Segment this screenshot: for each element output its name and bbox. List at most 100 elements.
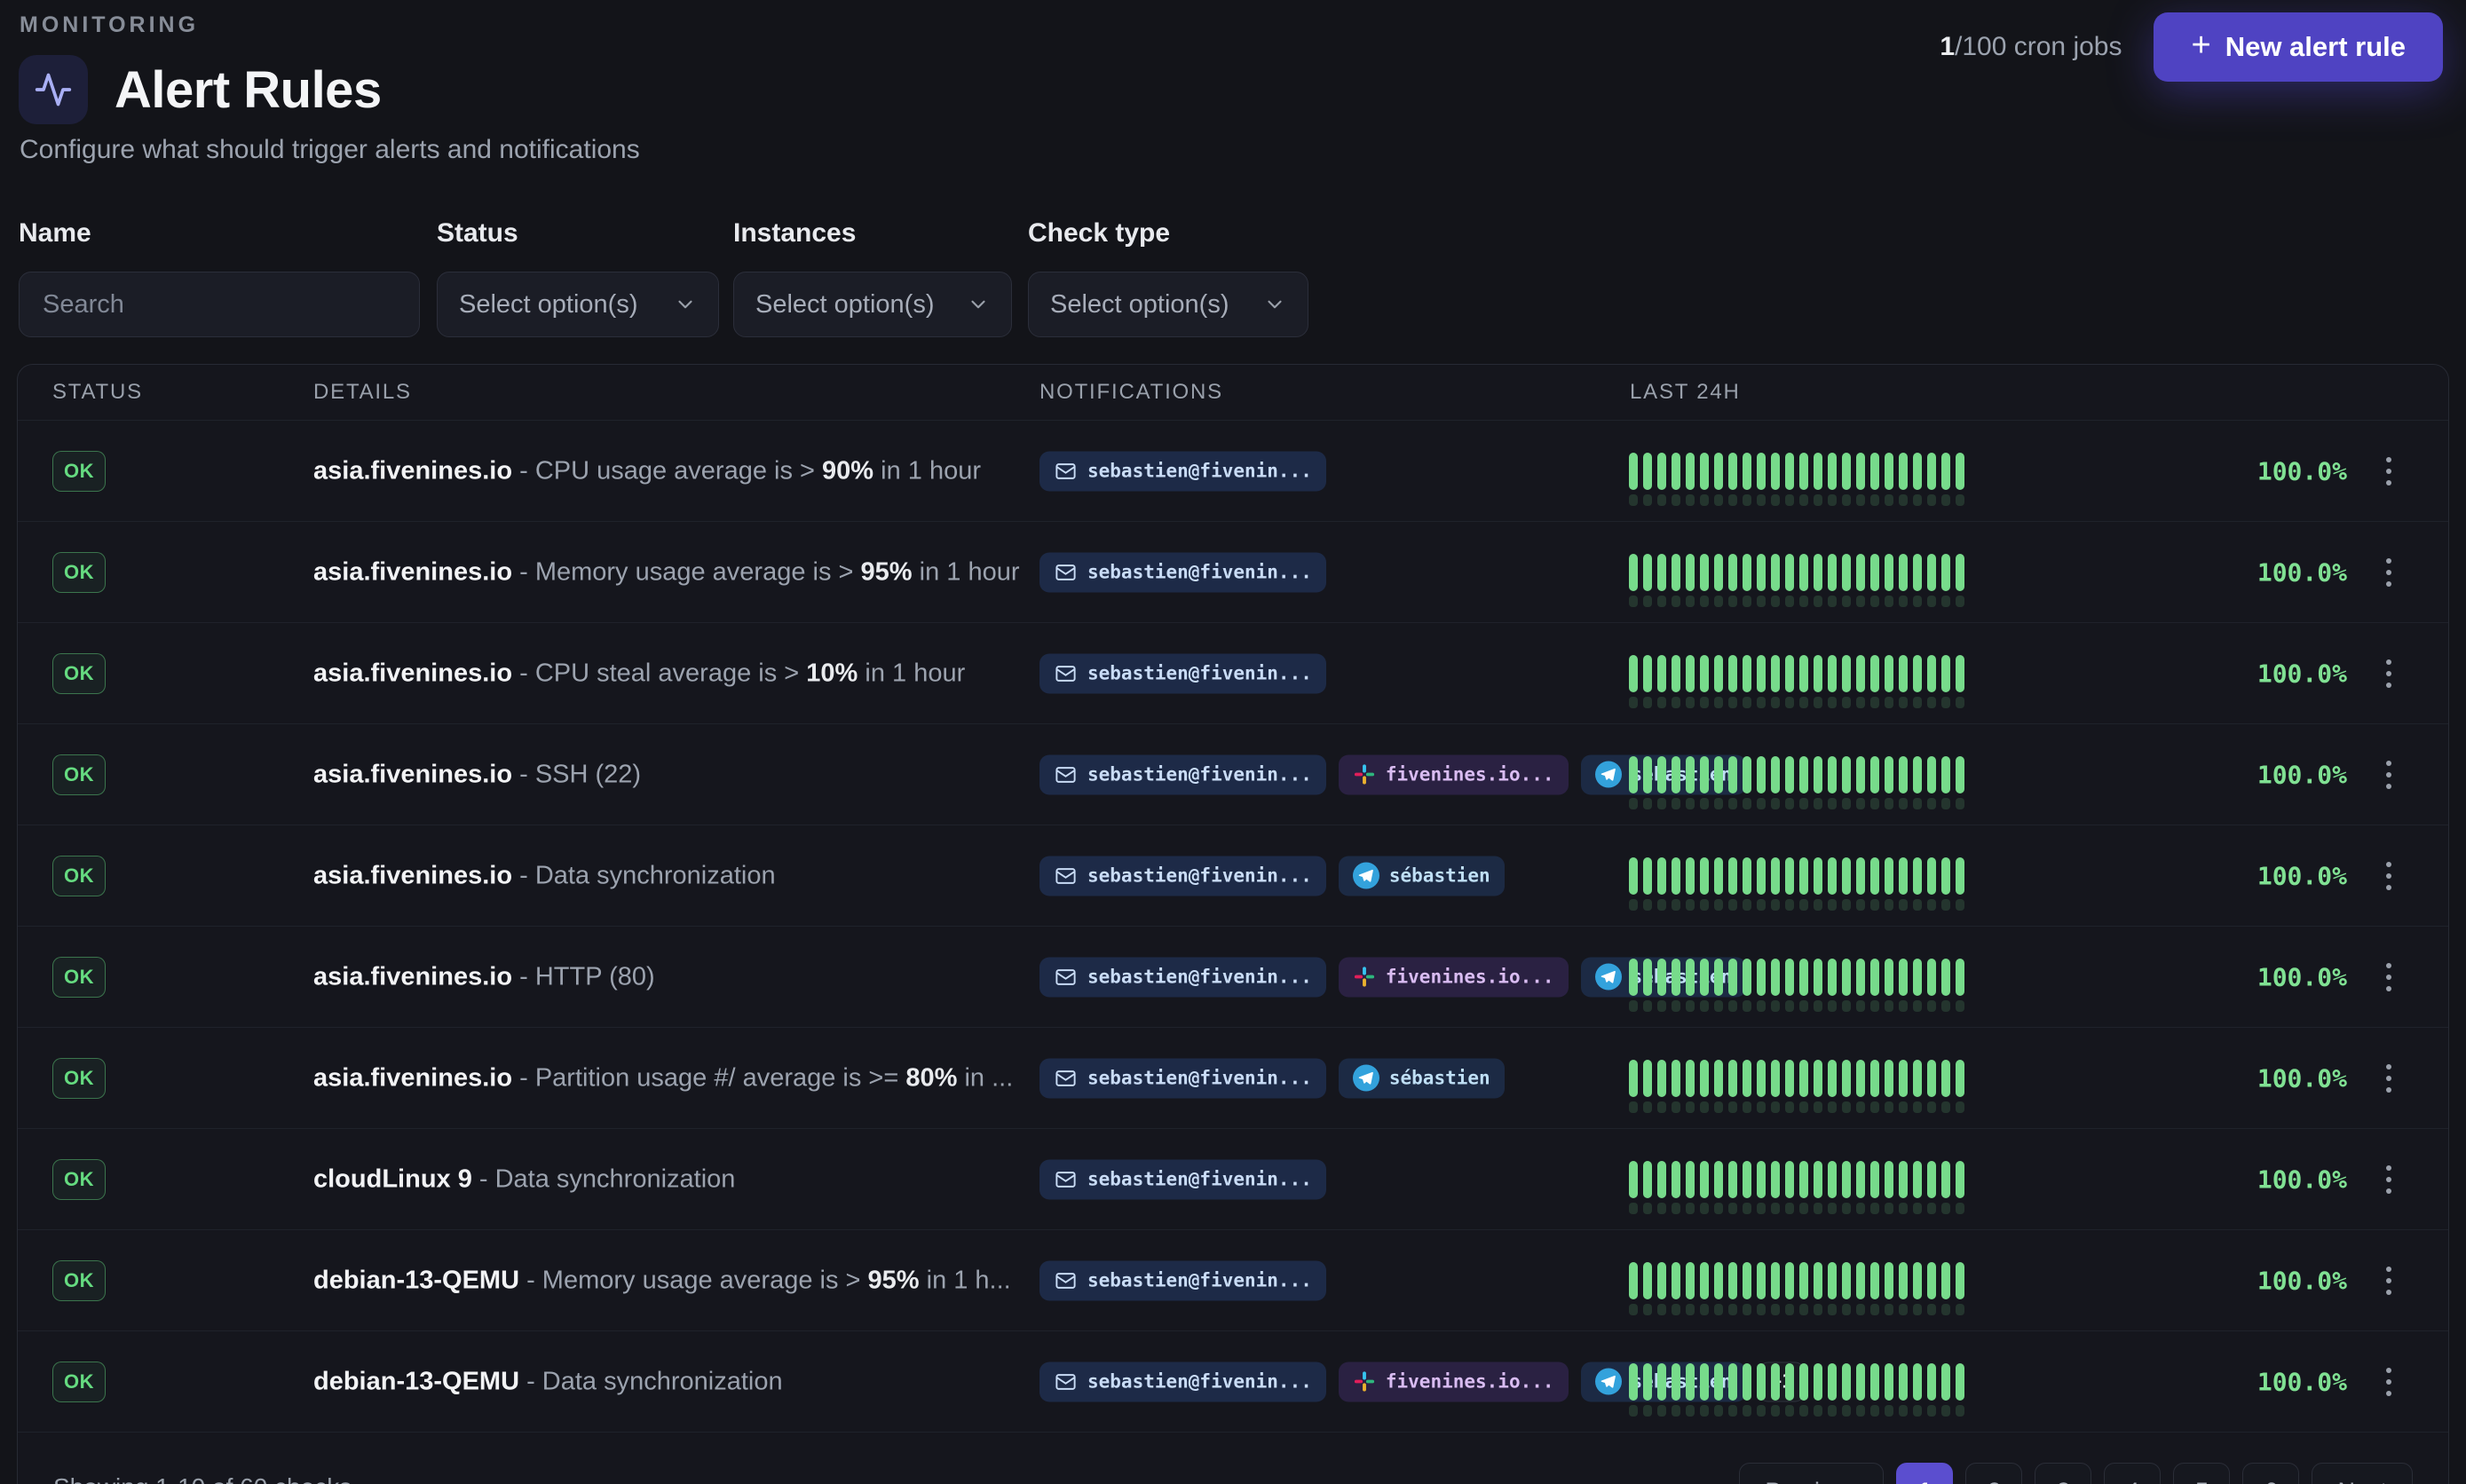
uptime-bar[interactable] [1799, 1262, 1808, 1299]
row-menu-button[interactable] [2375, 1153, 2402, 1206]
uptime-bar[interactable] [1728, 1161, 1737, 1198]
uptime-bar[interactable] [1771, 959, 1780, 996]
uptime-bar[interactable] [1672, 655, 1680, 692]
row-menu-button[interactable] [2375, 1355, 2402, 1409]
uptime-bar[interactable] [1828, 1161, 1837, 1198]
uptime-bar[interactable] [1913, 756, 1922, 793]
uptime-history[interactable] [1629, 1161, 1964, 1198]
uptime-bar[interactable] [1956, 857, 1964, 895]
notification-badge-telegram[interactable]: sébastien [1339, 1058, 1505, 1098]
uptime-bar[interactable] [1941, 1161, 1950, 1198]
uptime-bar[interactable] [1714, 1363, 1723, 1401]
uptime-bar[interactable] [1927, 1262, 1936, 1299]
check-type-select[interactable]: Select option(s) [1028, 272, 1308, 337]
uptime-bar[interactable] [1799, 857, 1808, 895]
uptime-bar[interactable] [1927, 756, 1936, 793]
uptime-bar[interactable] [1757, 655, 1766, 692]
uptime-bar[interactable] [1771, 1363, 1780, 1401]
uptime-history[interactable] [1629, 1060, 1964, 1097]
uptime-bar[interactable] [1927, 655, 1936, 692]
uptime-bar[interactable] [1842, 756, 1851, 793]
page-button-4[interactable]: 4 [2104, 1463, 2161, 1484]
table-row[interactable]: OK debian-13-QEMU - Data synchronization… [18, 1330, 2448, 1432]
uptime-bar[interactable] [1956, 1262, 1964, 1299]
uptime-history[interactable] [1629, 453, 1964, 490]
uptime-bar[interactable] [1814, 857, 1822, 895]
uptime-bar[interactable] [1629, 1161, 1638, 1198]
table-row[interactable]: OK asia.fivenines.io - CPU usage average… [18, 420, 2448, 521]
uptime-bar[interactable] [1856, 1363, 1865, 1401]
uptime-bar[interactable] [1828, 1363, 1837, 1401]
uptime-bar[interactable] [1757, 554, 1766, 591]
table-row[interactable]: OK asia.fivenines.io - HTTP (80) sebasti… [18, 926, 2448, 1027]
uptime-bar[interactable] [1941, 1060, 1950, 1097]
uptime-history[interactable] [1629, 756, 1964, 793]
uptime-bar[interactable] [1657, 756, 1666, 793]
uptime-bar[interactable] [1643, 1161, 1652, 1198]
uptime-bar[interactable] [1686, 1262, 1695, 1299]
uptime-bar[interactable] [1728, 453, 1737, 490]
uptime-bar[interactable] [1672, 756, 1680, 793]
status-select[interactable]: Select option(s) [437, 272, 719, 337]
uptime-bar[interactable] [1828, 655, 1837, 692]
uptime-bar[interactable] [1743, 1161, 1751, 1198]
uptime-bar[interactable] [1757, 1363, 1766, 1401]
uptime-bar[interactable] [1643, 756, 1652, 793]
notification-badge-email[interactable]: sebastien@fivenin... [1039, 1260, 1326, 1300]
uptime-bar[interactable] [1856, 655, 1865, 692]
uptime-bar[interactable] [1743, 756, 1751, 793]
notification-badge-email[interactable]: sebastien@fivenin... [1039, 1362, 1326, 1401]
uptime-bar[interactable] [1785, 959, 1794, 996]
row-menu-button[interactable] [2375, 647, 2402, 700]
uptime-bar[interactable] [1728, 959, 1737, 996]
uptime-bar[interactable] [1842, 1363, 1851, 1401]
uptime-bar[interactable] [1913, 1161, 1922, 1198]
table-row[interactable]: OK cloudLinux 9 - Data synchronization s… [18, 1128, 2448, 1229]
uptime-bar[interactable] [1700, 453, 1709, 490]
uptime-bar[interactable] [1743, 554, 1751, 591]
uptime-bar[interactable] [1899, 453, 1908, 490]
table-row[interactable]: OK asia.fivenines.io - Partition usage #… [18, 1027, 2448, 1128]
notification-badge-email[interactable]: sebastien@fivenin... [1039, 957, 1326, 997]
uptime-bar[interactable] [1799, 1363, 1808, 1401]
uptime-bar[interactable] [1870, 453, 1879, 490]
uptime-bar[interactable] [1686, 857, 1695, 895]
uptime-history[interactable] [1629, 1363, 1964, 1401]
row-menu-button[interactable] [2375, 445, 2402, 498]
uptime-bar[interactable] [1743, 1363, 1751, 1401]
uptime-bar[interactable] [1757, 1262, 1766, 1299]
uptime-bar[interactable] [1743, 959, 1751, 996]
uptime-bar[interactable] [1643, 857, 1652, 895]
uptime-bar[interactable] [1814, 1060, 1822, 1097]
uptime-bar[interactable] [1672, 1262, 1680, 1299]
uptime-bar[interactable] [1785, 1262, 1794, 1299]
uptime-bar[interactable] [1629, 857, 1638, 895]
uptime-bar[interactable] [1785, 655, 1794, 692]
uptime-bar[interactable] [1657, 1161, 1666, 1198]
uptime-bar[interactable] [1927, 1363, 1936, 1401]
table-row[interactable]: OK asia.fivenines.io - CPU steal average… [18, 622, 2448, 723]
uptime-bar[interactable] [1728, 655, 1737, 692]
uptime-bar[interactable] [1899, 1060, 1908, 1097]
uptime-bar[interactable] [1885, 453, 1893, 490]
uptime-bar[interactable] [1643, 655, 1652, 692]
uptime-bar[interactable] [1927, 959, 1936, 996]
instances-select[interactable]: Select option(s) [733, 272, 1012, 337]
uptime-bar[interactable] [1856, 1060, 1865, 1097]
uptime-bar[interactable] [1728, 1363, 1737, 1401]
uptime-bar[interactable] [1913, 857, 1922, 895]
uptime-bar[interactable] [1771, 453, 1780, 490]
uptime-bar[interactable] [1814, 756, 1822, 793]
uptime-bar[interactable] [1870, 756, 1879, 793]
uptime-bar[interactable] [1941, 756, 1950, 793]
uptime-bar[interactable] [1672, 857, 1680, 895]
uptime-bar[interactable] [1629, 756, 1638, 793]
uptime-bar[interactable] [1657, 959, 1666, 996]
next-page-button[interactable]: Next [2312, 1463, 2413, 1484]
previous-page-button[interactable]: Previous [1739, 1463, 1884, 1484]
uptime-bar[interactable] [1771, 1060, 1780, 1097]
uptime-bar[interactable] [1870, 554, 1879, 591]
uptime-bar[interactable] [1643, 1363, 1652, 1401]
notification-badge-slack[interactable]: fivenines.io... [1339, 754, 1569, 794]
uptime-bar[interactable] [1941, 857, 1950, 895]
